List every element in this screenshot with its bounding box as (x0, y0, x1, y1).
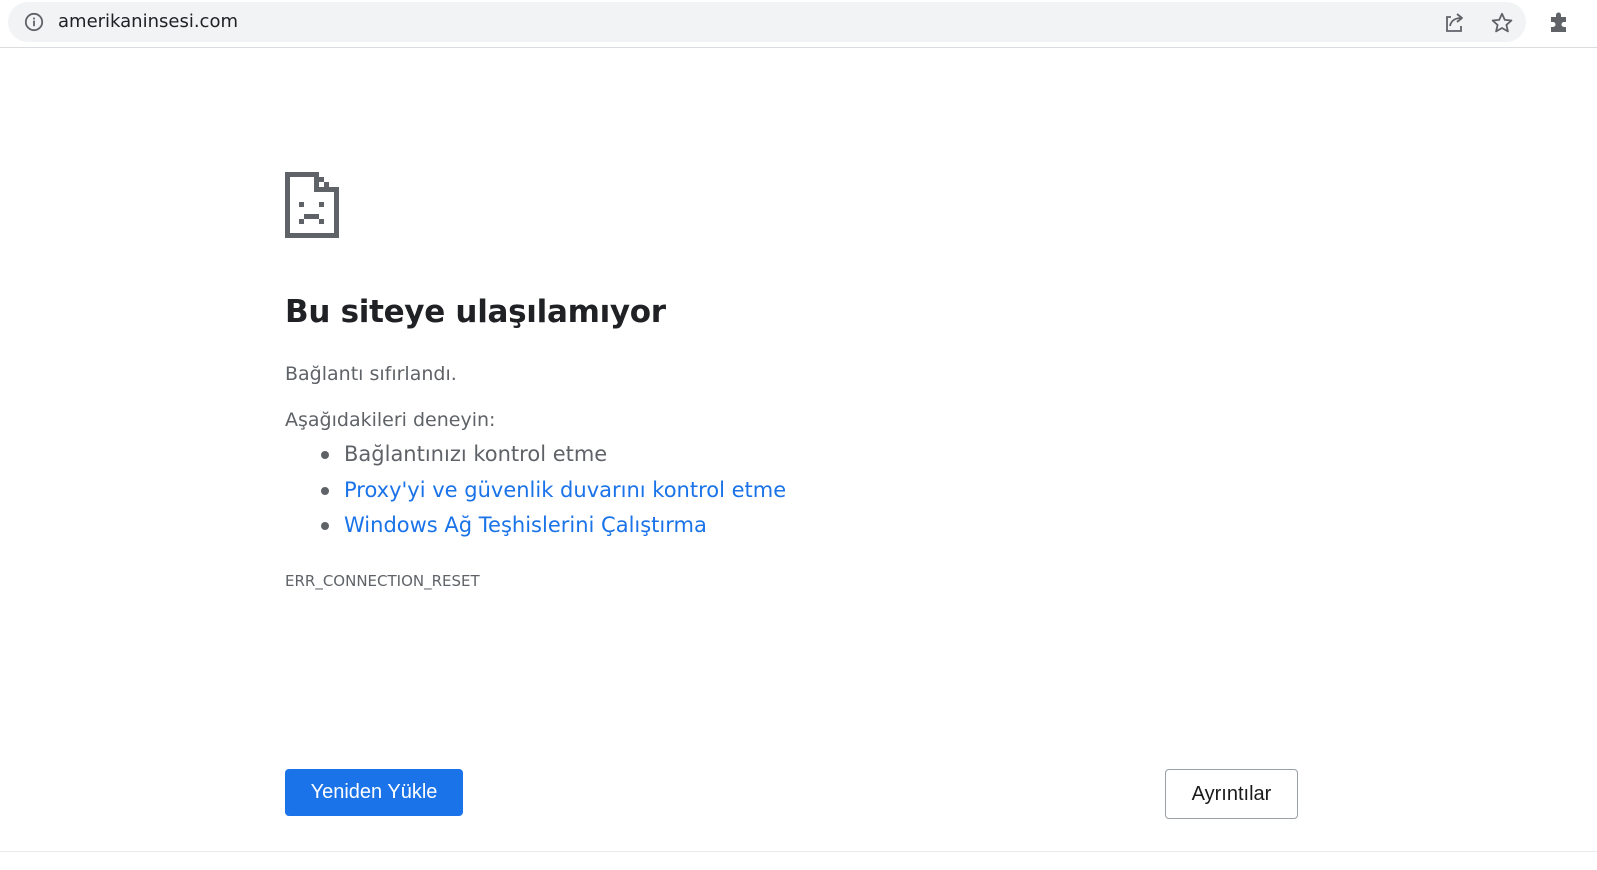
details-button[interactable]: Ayrıntılar (1165, 769, 1298, 819)
suggestions-heading: Aşağıdakileri deneyin: (285, 409, 496, 431)
reload-button[interactable]: Yeniden Yükle (285, 769, 463, 816)
address-bar[interactable]: amerikaninsesi.com (8, 2, 1526, 42)
error-code: ERR_CONNECTION_RESET (285, 572, 480, 590)
info-icon[interactable] (24, 12, 44, 32)
bookmark-star-icon[interactable] (1490, 11, 1514, 35)
suggestion-label: Bağlantınızı kontrol etme (344, 442, 608, 466)
run-diagnostics-link[interactable]: Windows Ağ Teşhislerini Çalıştırma (344, 513, 707, 537)
check-proxy-link[interactable]: Proxy'yi ve güvenlik duvarını kontrol et… (344, 478, 786, 502)
divider (0, 851, 1597, 852)
suggestions-list: Bağlantınızı kontrol etme Proxy'yi ve gü… (285, 438, 786, 545)
sad-document-icon (285, 172, 339, 238)
suggestion-check-proxy: Proxy'yi ve güvenlik duvarını kontrol et… (285, 474, 786, 510)
error-summary: Bağlantı sıfırlandı. (285, 363, 457, 385)
suggestion-check-connection: Bağlantınızı kontrol etme (285, 438, 786, 474)
browser-toolbar: amerikaninsesi.com (0, 0, 1597, 48)
url-text[interactable]: amerikaninsesi.com (58, 11, 238, 33)
page-title: Bu siteye ulaşılamıyor (285, 294, 666, 330)
share-icon[interactable] (1442, 11, 1466, 35)
suggestion-run-diagnostics: Windows Ağ Teşhislerini Çalıştırma (285, 509, 786, 545)
extensions-icon[interactable] (1549, 11, 1571, 33)
